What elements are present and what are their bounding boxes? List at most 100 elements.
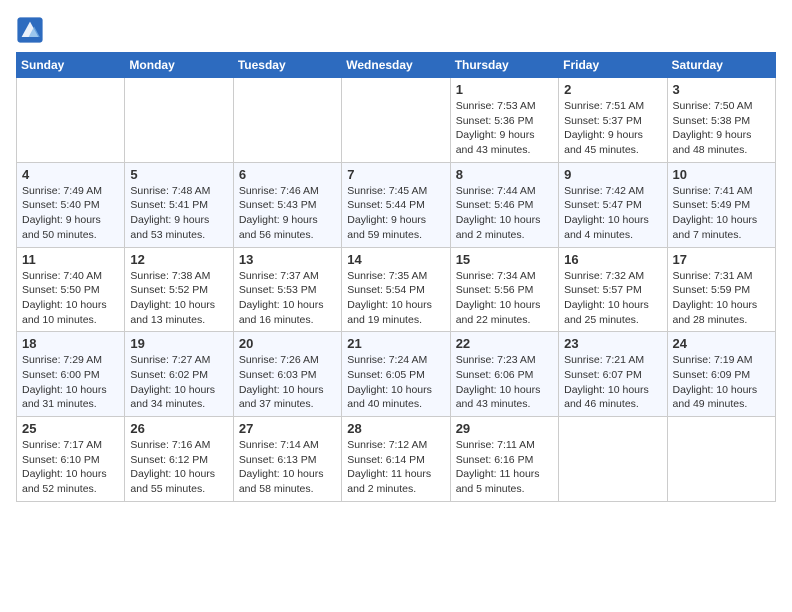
day-number: 4	[22, 167, 119, 182]
calendar-cell: 18 Sunrise: 7:29 AM Sunset: 6:00 PM Dayli…	[17, 332, 125, 417]
calendar-cell: 29 Sunrise: 7:11 AM Sunset: 6:16 PM Dayli…	[450, 417, 558, 502]
calendar-week-2: 4 Sunrise: 7:49 AM Sunset: 5:40 PM Daylig…	[17, 162, 776, 247]
calendar-cell: 19 Sunrise: 7:27 AM Sunset: 6:02 PM Dayli…	[125, 332, 233, 417]
day-number: 28	[347, 421, 444, 436]
calendar-cell: 4 Sunrise: 7:49 AM Sunset: 5:40 PM Daylig…	[17, 162, 125, 247]
day-number: 25	[22, 421, 119, 436]
day-info: Sunrise: 7:26 AM Sunset: 6:03 PM Dayligh…	[239, 353, 336, 412]
calendar-cell: 23 Sunrise: 7:21 AM Sunset: 6:07 PM Dayli…	[559, 332, 667, 417]
weekday-header-wednesday: Wednesday	[342, 53, 450, 78]
calendar-cell	[17, 78, 125, 163]
calendar-cell: 16 Sunrise: 7:32 AM Sunset: 5:57 PM Dayli…	[559, 247, 667, 332]
day-number: 16	[564, 252, 661, 267]
calendar-cell: 1 Sunrise: 7:53 AM Sunset: 5:36 PM Daylig…	[450, 78, 558, 163]
day-info: Sunrise: 7:16 AM Sunset: 6:12 PM Dayligh…	[130, 438, 227, 497]
calendar-cell: 22 Sunrise: 7:23 AM Sunset: 6:06 PM Dayli…	[450, 332, 558, 417]
calendar-cell: 5 Sunrise: 7:48 AM Sunset: 5:41 PM Daylig…	[125, 162, 233, 247]
calendar-cell: 20 Sunrise: 7:26 AM Sunset: 6:03 PM Dayli…	[233, 332, 341, 417]
day-info: Sunrise: 7:41 AM Sunset: 5:49 PM Dayligh…	[673, 184, 770, 243]
calendar-cell	[125, 78, 233, 163]
day-number: 20	[239, 336, 336, 351]
day-info: Sunrise: 7:42 AM Sunset: 5:47 PM Dayligh…	[564, 184, 661, 243]
day-info: Sunrise: 7:27 AM Sunset: 6:02 PM Dayligh…	[130, 353, 227, 412]
calendar-cell: 6 Sunrise: 7:46 AM Sunset: 5:43 PM Daylig…	[233, 162, 341, 247]
day-info: Sunrise: 7:14 AM Sunset: 6:13 PM Dayligh…	[239, 438, 336, 497]
weekday-header-row: SundayMondayTuesdayWednesdayThursdayFrid…	[17, 53, 776, 78]
calendar-week-4: 18 Sunrise: 7:29 AM Sunset: 6:00 PM Dayli…	[17, 332, 776, 417]
calendar-cell: 14 Sunrise: 7:35 AM Sunset: 5:54 PM Dayli…	[342, 247, 450, 332]
calendar-cell: 7 Sunrise: 7:45 AM Sunset: 5:44 PM Daylig…	[342, 162, 450, 247]
calendar-cell: 10 Sunrise: 7:41 AM Sunset: 5:49 PM Dayli…	[667, 162, 775, 247]
day-number: 24	[673, 336, 770, 351]
day-info: Sunrise: 7:45 AM Sunset: 5:44 PM Dayligh…	[347, 184, 444, 243]
day-info: Sunrise: 7:49 AM Sunset: 5:40 PM Dayligh…	[22, 184, 119, 243]
weekday-header-tuesday: Tuesday	[233, 53, 341, 78]
day-info: Sunrise: 7:53 AM Sunset: 5:36 PM Dayligh…	[456, 99, 553, 158]
day-info: Sunrise: 7:24 AM Sunset: 6:05 PM Dayligh…	[347, 353, 444, 412]
weekday-header-friday: Friday	[559, 53, 667, 78]
calendar-cell: 13Sunrise: 7:37 AM Sunset: 5:53 PM Dayli…	[233, 247, 341, 332]
day-info: Sunrise: 7:51 AM Sunset: 5:37 PM Dayligh…	[564, 99, 661, 158]
day-info: Sunrise: 7:17 AM Sunset: 6:10 PM Dayligh…	[22, 438, 119, 497]
day-number: 8	[456, 167, 553, 182]
day-info: Sunrise: 7:12 AM Sunset: 6:14 PM Dayligh…	[347, 438, 444, 497]
day-number: 17	[673, 252, 770, 267]
day-info: Sunrise: 7:21 AM Sunset: 6:07 PM Dayligh…	[564, 353, 661, 412]
calendar-cell: 27 Sunrise: 7:14 AM Sunset: 6:13 PM Dayli…	[233, 417, 341, 502]
day-info: Sunrise: 7:38 AM Sunset: 5:52 PM Dayligh…	[130, 269, 227, 328]
day-number: 10	[673, 167, 770, 182]
calendar-week-5: 25 Sunrise: 7:17 AM Sunset: 6:10 PM Dayli…	[17, 417, 776, 502]
day-info: Sunrise: 7:35 AM Sunset: 5:54 PM Dayligh…	[347, 269, 444, 328]
day-number: 12	[130, 252, 227, 267]
calendar-cell: 12 Sunrise: 7:38 AM Sunset: 5:52 PM Dayli…	[125, 247, 233, 332]
day-number: 14	[347, 252, 444, 267]
day-info: Sunrise: 7:44 AM Sunset: 5:46 PM Dayligh…	[456, 184, 553, 243]
weekday-header-thursday: Thursday	[450, 53, 558, 78]
day-number: 29	[456, 421, 553, 436]
weekday-header-monday: Monday	[125, 53, 233, 78]
calendar-cell: 9 Sunrise: 7:42 AM Sunset: 5:47 PM Daylig…	[559, 162, 667, 247]
day-number: 7	[347, 167, 444, 182]
calendar-cell: 2Sunrise: 7:51 AM Sunset: 5:37 PM Daylig…	[559, 78, 667, 163]
day-number: 19	[130, 336, 227, 351]
day-number: 21	[347, 336, 444, 351]
day-number: 22	[456, 336, 553, 351]
day-number: 1	[456, 82, 553, 97]
day-info: Sunrise: 7:32 AM Sunset: 5:57 PM Dayligh…	[564, 269, 661, 328]
day-info: Sunrise: 7:29 AM Sunset: 6:00 PM Dayligh…	[22, 353, 119, 412]
day-number: 11	[22, 252, 119, 267]
logo-icon	[16, 16, 44, 44]
day-number: 6	[239, 167, 336, 182]
day-number: 5	[130, 167, 227, 182]
calendar-cell: 21 Sunrise: 7:24 AM Sunset: 6:05 PM Dayli…	[342, 332, 450, 417]
day-info: Sunrise: 7:11 AM Sunset: 6:16 PM Dayligh…	[456, 438, 553, 497]
logo	[16, 16, 48, 44]
day-number: 18	[22, 336, 119, 351]
day-number: 26	[130, 421, 227, 436]
calendar-cell: 3 Sunrise: 7:50 AM Sunset: 5:38 PM Daylig…	[667, 78, 775, 163]
day-info: Sunrise: 7:37 AM Sunset: 5:53 PM Dayligh…	[239, 269, 336, 328]
day-info: Sunrise: 7:50 AM Sunset: 5:38 PM Dayligh…	[673, 99, 770, 158]
calendar-table: SundayMondayTuesdayWednesdayThursdayFrid…	[16, 52, 776, 502]
calendar-cell: 8 Sunrise: 7:44 AM Sunset: 5:46 PM Daylig…	[450, 162, 558, 247]
calendar-week-1: 1 Sunrise: 7:53 AM Sunset: 5:36 PM Daylig…	[17, 78, 776, 163]
calendar-cell: 11Sunrise: 7:40 AM Sunset: 5:50 PM Dayli…	[17, 247, 125, 332]
weekday-header-sunday: Sunday	[17, 53, 125, 78]
day-info: Sunrise: 7:31 AM Sunset: 5:59 PM Dayligh…	[673, 269, 770, 328]
day-info: Sunrise: 7:34 AM Sunset: 5:56 PM Dayligh…	[456, 269, 553, 328]
day-number: 23	[564, 336, 661, 351]
day-info: Sunrise: 7:46 AM Sunset: 5:43 PM Dayligh…	[239, 184, 336, 243]
day-number: 9	[564, 167, 661, 182]
day-number: 3	[673, 82, 770, 97]
day-info: Sunrise: 7:48 AM Sunset: 5:41 PM Dayligh…	[130, 184, 227, 243]
calendar-cell	[667, 417, 775, 502]
calendar-cell: 25 Sunrise: 7:17 AM Sunset: 6:10 PM Dayli…	[17, 417, 125, 502]
day-info: Sunrise: 7:23 AM Sunset: 6:06 PM Dayligh…	[456, 353, 553, 412]
calendar-week-3: 11Sunrise: 7:40 AM Sunset: 5:50 PM Dayli…	[17, 247, 776, 332]
calendar-cell: 17 Sunrise: 7:31 AM Sunset: 5:59 PM Dayli…	[667, 247, 775, 332]
calendar-cell	[559, 417, 667, 502]
calendar-cell: 24 Sunrise: 7:19 AM Sunset: 6:09 PM Dayli…	[667, 332, 775, 417]
day-number: 27	[239, 421, 336, 436]
day-number: 15	[456, 252, 553, 267]
day-info: Sunrise: 7:19 AM Sunset: 6:09 PM Dayligh…	[673, 353, 770, 412]
